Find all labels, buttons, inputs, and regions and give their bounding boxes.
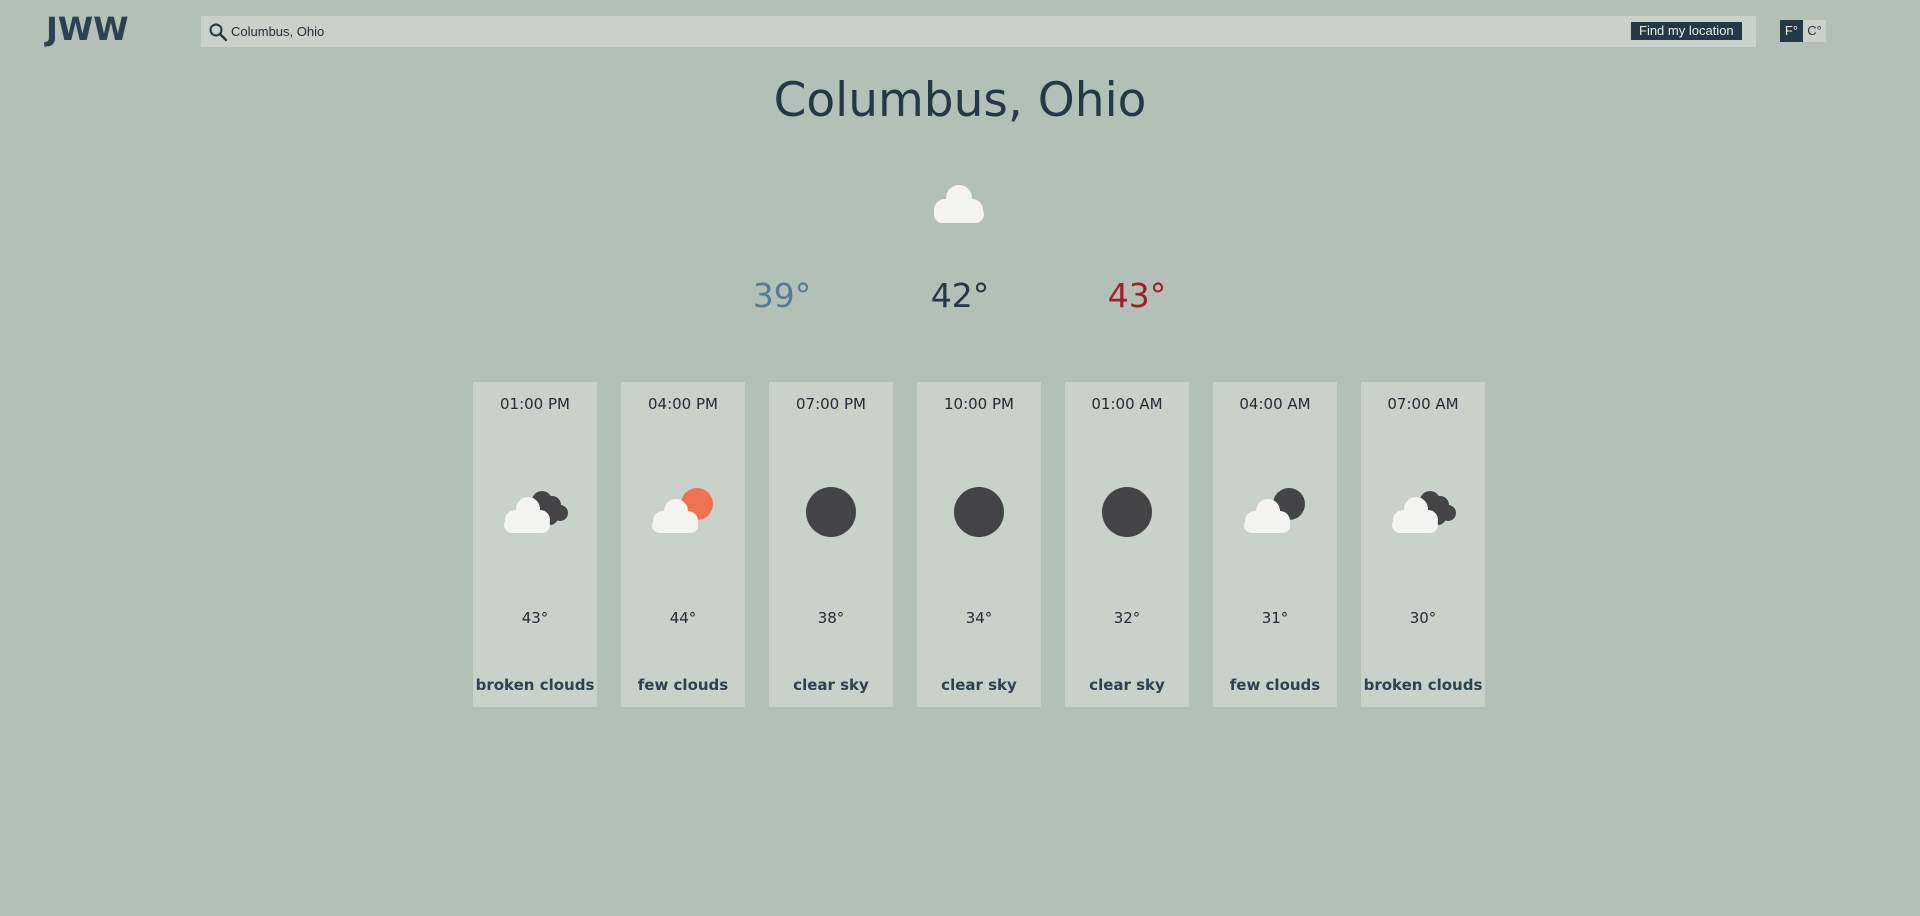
forecast-temp: 31° xyxy=(1261,609,1289,627)
forecast-temp: 43° xyxy=(521,609,549,627)
current-temperature: 42° xyxy=(930,276,990,315)
forecast-time: 07:00 AM xyxy=(1387,395,1459,413)
few-clouds-night-icon xyxy=(1244,488,1305,533)
clear-night-icon xyxy=(1102,487,1152,537)
cloud-icon xyxy=(934,185,984,223)
search-bar: Find my location xyxy=(201,16,1756,47)
city-title: Columbus, Ohio xyxy=(773,73,1147,128)
forecast-description: clear sky xyxy=(1089,676,1165,694)
low-temperature: 39° xyxy=(752,276,812,315)
forecast-card: 10:00 PM 34° clear sky xyxy=(917,382,1041,707)
forecast-description: clear sky xyxy=(793,676,869,694)
forecast-temp: 30° xyxy=(1409,609,1437,627)
forecast-card: 07:00 AM 30° broken clouds xyxy=(1361,382,1485,707)
logo[interactable]: JWW xyxy=(46,10,129,48)
forecast-time: 07:00 PM xyxy=(796,395,866,413)
hourly-forecast: 01:00 PM 43° broken clouds 04:00 PM 44° … xyxy=(473,382,1485,707)
broken-clouds-icon xyxy=(1392,491,1456,533)
broken-clouds-icon xyxy=(504,491,568,533)
forecast-time: 04:00 AM xyxy=(1239,395,1311,413)
forecast-description: clear sky xyxy=(941,676,1017,694)
forecast-card: 01:00 PM 43° broken clouds xyxy=(473,382,597,707)
forecast-temp: 44° xyxy=(669,609,697,627)
header: JWW Find my location F° C° xyxy=(0,0,1920,60)
forecast-description: few clouds xyxy=(1229,676,1321,694)
forecast-time: 04:00 PM xyxy=(648,395,718,413)
forecast-time: 01:00 PM xyxy=(500,395,570,413)
temperature-summary: 39° 42° 43° xyxy=(0,276,1920,324)
forecast-temp: 34° xyxy=(965,609,993,627)
forecast-description: broken clouds xyxy=(475,676,595,694)
forecast-description: few clouds xyxy=(637,676,729,694)
forecast-time: 10:00 PM xyxy=(944,395,1014,413)
clear-night-icon xyxy=(806,487,856,537)
forecast-card: 07:00 PM 38° clear sky xyxy=(769,382,893,707)
forecast-card: 01:00 AM 32° clear sky xyxy=(1065,382,1189,707)
forecast-card: 04:00 PM 44° few clouds xyxy=(621,382,745,707)
forecast-temp: 32° xyxy=(1113,609,1141,627)
clear-night-icon xyxy=(954,487,1004,537)
search-icon xyxy=(209,23,228,42)
fahrenheit-button[interactable]: F° xyxy=(1780,20,1803,42)
few-clouds-day-icon xyxy=(652,488,713,533)
unit-toggle: F° C° xyxy=(1780,20,1826,42)
forecast-card: 04:00 AM 31° few clouds xyxy=(1213,382,1337,707)
high-temperature: 43° xyxy=(1107,276,1167,315)
celsius-button[interactable]: C° xyxy=(1803,20,1826,42)
forecast-time: 01:00 AM xyxy=(1091,395,1163,413)
forecast-description: broken clouds xyxy=(1363,676,1483,694)
forecast-temp: 38° xyxy=(817,609,845,627)
search-input[interactable] xyxy=(231,19,1531,44)
find-location-button[interactable]: Find my location xyxy=(1631,22,1742,40)
